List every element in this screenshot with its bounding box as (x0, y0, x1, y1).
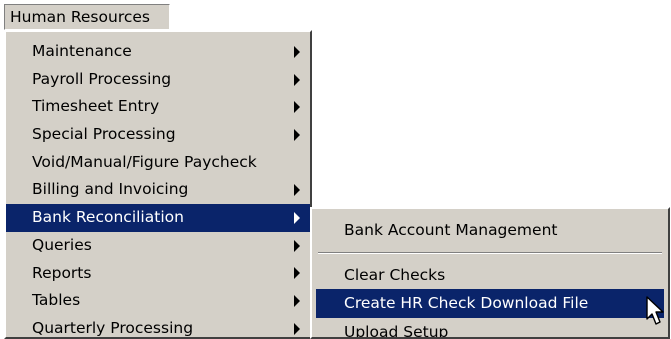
menu-item-label: Payroll Processing (32, 69, 172, 88)
chevron-right-icon (294, 184, 300, 197)
menu-item-label: Special Processing (32, 125, 176, 144)
chevron-right-icon (294, 45, 300, 58)
menu-item-billing-and-invoicing[interactable]: Billing and Invoicing (6, 176, 310, 204)
menu-item-label: Tables (32, 291, 81, 310)
menu-item-bank-reconciliation[interactable]: Bank Reconciliation (6, 204, 310, 232)
menu-item-label: Timesheet Entry (32, 97, 160, 116)
menu-item-maintenance[interactable]: Maintenance (6, 38, 310, 66)
menu-item-tables[interactable]: Tables (6, 287, 310, 315)
submenu-item-bank-account-management[interactable]: Bank Account Management (316, 216, 664, 245)
menu-item-void-manual-figure-paycheck[interactable]: Void/Manual/Figure Paycheck (6, 149, 310, 177)
menu-item-payroll-processing[interactable]: Payroll Processing (6, 66, 310, 94)
menu-item-label: Queries (32, 235, 92, 254)
submenu-item-clear-checks[interactable]: Clear Checks (316, 261, 664, 290)
submenu-item-label: Create HR Check Download File (344, 294, 589, 312)
chevron-right-icon (294, 73, 300, 86)
menubar-item-human-resources[interactable]: Human Resources (4, 4, 170, 30)
menu-item-reports[interactable]: Reports (6, 260, 310, 288)
menu-item-quarterly-processing[interactable]: Quarterly Processing (6, 315, 310, 337)
chevron-right-icon (294, 211, 300, 224)
menu-item-label: Void/Manual/Figure Paycheck (32, 152, 257, 171)
submenu-item-create-hr-check-download-file[interactable]: Create HR Check Download File (316, 289, 664, 318)
menu-item-timesheet-entry[interactable]: Timesheet Entry (6, 93, 310, 121)
bank-reconciliation-submenu: Bank Account Management Clear Checks Cre… (310, 207, 670, 339)
menu-item-label: Maintenance (32, 42, 132, 60)
menu-item-label: Billing and Invoicing (32, 180, 189, 199)
menu-item-label: Bank Reconciliation (32, 208, 184, 227)
menubar-item-label: Human Resources (10, 8, 150, 26)
submenu-item-label: Upload Setup (344, 322, 449, 339)
menu-item-special-processing[interactable]: Special Processing (6, 121, 310, 149)
menu-separator (318, 251, 662, 254)
human-resources-menu: Maintenance Payroll Processing Timesheet… (4, 30, 312, 339)
submenu-item-label: Clear Checks (344, 265, 446, 284)
submenu-item-label: Bank Account Management (344, 221, 558, 239)
mouse-pointer-icon (646, 296, 664, 325)
chevron-right-icon (294, 101, 300, 114)
chevron-right-icon (294, 267, 300, 280)
menu-item-queries[interactable]: Queries (6, 232, 310, 260)
chevron-right-icon (294, 295, 300, 308)
chevron-right-icon (294, 239, 300, 252)
chevron-right-icon (294, 322, 300, 335)
menu-item-label: Reports (32, 263, 92, 282)
chevron-right-icon (294, 128, 300, 141)
submenu-item-upload-setup[interactable]: Upload Setup (316, 318, 664, 339)
menu-item-label: Quarterly Processing (32, 318, 194, 337)
